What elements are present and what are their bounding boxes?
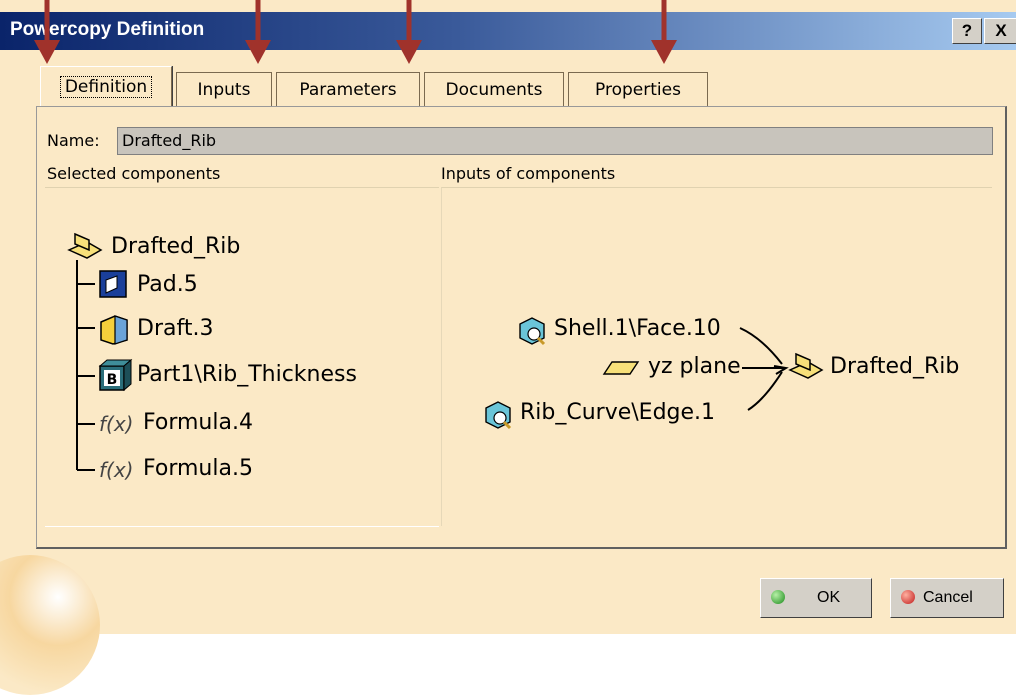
ok-button[interactable]: OK	[760, 578, 872, 618]
edge-icon	[485, 401, 512, 430]
powercopy-icon	[788, 352, 824, 379]
tree-item-pad[interactable]: Pad.5	[137, 272, 198, 297]
input-shell-face[interactable]: Shell.1\Face.10	[554, 316, 721, 341]
pad-icon	[99, 270, 127, 298]
surface-icon	[519, 317, 546, 346]
draft-icon	[100, 315, 128, 345]
powercopy-icon	[67, 232, 103, 259]
name-label: Name:	[47, 131, 100, 150]
tree-item-formula-5[interactable]: Formula.5	[143, 456, 253, 481]
selected-components-header: Selected components	[47, 164, 221, 183]
tree-item-draft[interactable]: Draft.3	[137, 316, 213, 341]
tree-root[interactable]: Drafted_Rib	[111, 234, 240, 259]
input-target[interactable]: Drafted_Rib	[830, 354, 959, 379]
selected-components-tree[interactable]: Drafted_Rib Pad.5 Draft.3 B Part1\Rib_Th…	[45, 187, 439, 527]
tab-parameters[interactable]: Parameters	[276, 72, 420, 107]
svg-text:B: B	[107, 372, 118, 388]
definition-panel: Name: Drafted_Rib Selected components In…	[36, 106, 1007, 549]
tab-inputs[interactable]: Inputs	[176, 72, 272, 107]
tree-item-formula-4[interactable]: Formula.4	[143, 410, 253, 435]
catia-logo	[0, 555, 100, 695]
plane-icon	[602, 361, 640, 375]
inputs-of-components-graph[interactable]: Shell.1\Face.10 yz plane Rib_Curve\Edge.…	[441, 187, 992, 526]
formula-icon: f(x)	[99, 458, 134, 482]
input-rib-curve-edge[interactable]: Rib_Curve\Edge.1	[520, 400, 715, 425]
input-yz-plane[interactable]: yz plane	[648, 354, 741, 379]
tab-documents[interactable]: Documents	[424, 72, 564, 107]
ok-icon	[771, 590, 785, 604]
cancel-button[interactable]: Cancel	[890, 578, 1004, 618]
powercopy-dialog: Powercopy Definition ? X Definition Inpu…	[0, 0, 1016, 695]
tree-item-parameter[interactable]: Part1\Rib_Thickness	[137, 362, 357, 387]
formula-icon: f(x)	[99, 412, 134, 436]
name-field[interactable]: Drafted_Rib	[117, 127, 993, 155]
inputs-of-components-header: Inputs of components	[441, 164, 616, 183]
tab-properties[interactable]: Properties	[568, 72, 708, 107]
parameter-icon: B	[98, 358, 133, 392]
cancel-icon	[901, 590, 915, 604]
tab-definition[interactable]: Definition	[40, 66, 172, 107]
